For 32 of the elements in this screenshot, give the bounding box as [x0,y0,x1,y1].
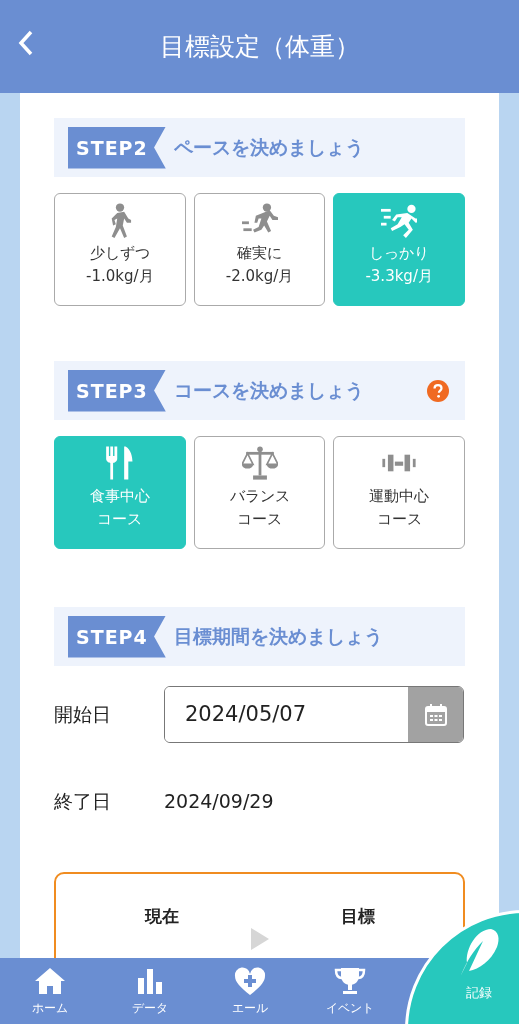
back-button[interactable] [18,30,34,56]
sprinting-person-icon [381,202,418,238]
help-icon[interactable] [427,379,449,402]
start-date-label: 開始日 [54,702,112,728]
scale-icon [241,445,278,481]
step-badge: STEP4 [68,615,166,658]
option-button[interactable]: バランス コース [193,436,326,549]
date-field[interactable]: 2024/05/07 [164,686,464,743]
step-title: コースを決めましょう [173,378,365,404]
calendar-icon[interactable] [408,687,463,742]
target-label: 目標 [340,904,375,928]
page-title: 目標設定（体重） [159,31,360,62]
step-badge: STEP3 [68,369,166,412]
option-button[interactable]: 運動中心 コース [333,436,465,549]
heart-plus-icon [234,966,266,996]
option-button[interactable]: 食事中心 コース [54,436,186,549]
step-title: 目標期間を決めましょう [173,624,384,650]
trophy-icon [334,966,366,996]
home-icon [34,966,66,996]
option-button[interactable]: しっかり -3.3kg/月 [333,193,465,306]
step-badge: STEP2 [68,126,166,169]
option-button[interactable]: 確実に -2.0kg/月 [193,193,326,306]
step-title: ペースを決めましょう [173,135,365,161]
nav-tab[interactable]: イベント [300,958,400,1024]
play-icon [248,927,271,950]
nav-tab[interactable]: データ [100,958,200,1024]
current-label: 現在 [144,904,179,928]
end-date-label: 終了日 [54,789,112,814]
nav-tab[interactable]: ホーム [0,958,100,1024]
option-button[interactable]: 少しずつ -1.0kg/月 [54,193,186,306]
nav-tab[interactable]: エール [200,958,300,1024]
end-date-value: 2024/09/29 [164,789,274,814]
